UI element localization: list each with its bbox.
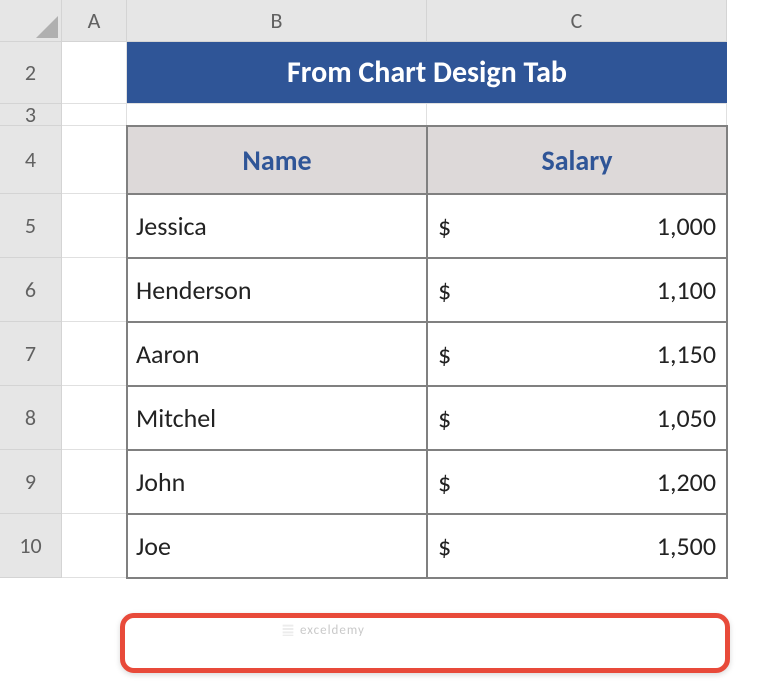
cell-A3[interactable] <box>62 104 127 126</box>
row-header-4[interactable]: 4 <box>0 126 62 194</box>
spreadsheet-grid: A B C 2 From Chart Design Tab 3 4 Name S… <box>0 0 727 578</box>
cell-B3[interactable] <box>127 104 427 126</box>
table-header-salary[interactable]: Salary <box>426 125 728 195</box>
cell-name-3[interactable]: Mitchel <box>126 385 428 451</box>
cell-A2[interactable] <box>62 42 127 104</box>
cell-salary-4[interactable]: $ 1,200 <box>426 449 728 515</box>
cell-A8[interactable] <box>62 386 127 450</box>
salary-value: 1,050 <box>657 402 716 434</box>
highlight-annotation <box>120 613 730 673</box>
cell-salary-2[interactable]: $ 1,150 <box>426 321 728 387</box>
watermark-icon <box>280 622 296 638</box>
cell-salary-5[interactable]: $ 1,500 <box>426 513 728 579</box>
currency-symbol: $ <box>438 466 451 498</box>
currency-symbol: $ <box>438 274 451 306</box>
row-header-10[interactable]: 10 <box>0 514 62 578</box>
cell-A5[interactable] <box>62 194 127 258</box>
cell-C3[interactable] <box>427 104 727 126</box>
row-header-5[interactable]: 5 <box>0 194 62 258</box>
currency-symbol: $ <box>438 210 451 242</box>
cell-A4[interactable] <box>62 126 127 194</box>
cell-name-5[interactable]: Joe <box>126 513 428 579</box>
cell-salary-1[interactable]: $ 1,100 <box>426 257 728 323</box>
select-all-corner[interactable] <box>0 0 62 42</box>
currency-symbol: $ <box>438 338 451 370</box>
salary-value: 1,100 <box>657 274 716 306</box>
cell-A10[interactable] <box>62 514 127 578</box>
cell-salary-3[interactable]: $ 1,050 <box>426 385 728 451</box>
row-header-7[interactable]: 7 <box>0 322 62 386</box>
cell-name-4[interactable]: John <box>126 449 428 515</box>
currency-symbol: $ <box>438 530 451 562</box>
cell-name-2[interactable]: Aaron <box>126 321 428 387</box>
cell-A9[interactable] <box>62 450 127 514</box>
table-header-name[interactable]: Name <box>126 125 428 195</box>
cell-name-1[interactable]: Henderson <box>126 257 428 323</box>
cell-A6[interactable] <box>62 258 127 322</box>
salary-value: 1,200 <box>657 466 716 498</box>
col-header-C[interactable]: C <box>427 0 727 42</box>
col-header-A[interactable]: A <box>62 0 127 42</box>
cell-salary-0[interactable]: $ 1,000 <box>426 193 728 259</box>
currency-symbol: $ <box>438 402 451 434</box>
row-header-3[interactable]: 3 <box>0 104 62 126</box>
salary-value: 1,000 <box>657 210 716 242</box>
row-header-6[interactable]: 6 <box>0 258 62 322</box>
row-header-2[interactable]: 2 <box>0 42 62 104</box>
row-header-9[interactable]: 9 <box>0 450 62 514</box>
cell-name-0[interactable]: Jessica <box>126 193 428 259</box>
cell-A7[interactable] <box>62 322 127 386</box>
title-banner[interactable]: From Chart Design Tab <box>127 42 727 104</box>
watermark: exceldemy <box>280 622 365 638</box>
col-header-B[interactable]: B <box>127 0 427 42</box>
row-header-8[interactable]: 8 <box>0 386 62 450</box>
salary-value: 1,150 <box>657 338 716 370</box>
salary-value: 1,500 <box>657 530 716 562</box>
watermark-text: exceldemy <box>300 623 365 638</box>
